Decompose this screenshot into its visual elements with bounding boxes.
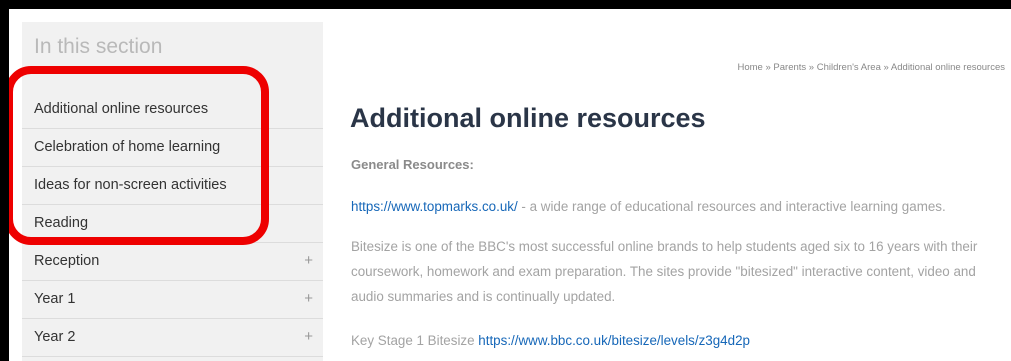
sidebar-item-celebration-of-home-learning[interactable]: Celebration of home learning [22,129,323,167]
ks1-bitesize-link[interactable]: https://www.bbc.co.uk/bitesize/levels/z3… [478,333,750,348]
page: In this section Additional online resour… [9,9,1011,361]
sidebar-item-label: Reading [34,215,89,231]
sidebar-item-reading[interactable]: Reading [22,205,323,243]
expand-plus-icon[interactable]: + [304,328,313,345]
sidebar-item-label: Celebration of home learning [34,139,221,155]
breadcrumb-parents-link[interactable]: Parents [773,62,806,73]
breadcrumb-home-link[interactable]: Home [737,62,762,73]
breadcrumb: Home » Parents » Children's Area » Addit… [737,62,1005,73]
sidebar-item-ideas-for-non-screen-activities[interactable]: Ideas for non-screen activities [22,167,323,205]
bitesize-paragraph: Bitesize is one of the BBC's most succes… [351,239,978,304]
general-resources-heading: General Resources: [351,157,474,172]
sidebar-item-additional-online-resources[interactable]: Additional online resources [22,91,323,129]
expand-plus-icon[interactable]: + [304,290,313,307]
page-title: Additional online resources [350,103,706,133]
sidebar: In this section Additional online resour… [22,22,323,361]
sidebar-item-year-1[interactable]: Year 1 + [22,281,323,319]
breadcrumb-separator: » [808,62,815,73]
topmarks-description: - a wide range of educational resources … [517,199,946,214]
sidebar-item-year-2[interactable]: Year 2 + [22,319,323,357]
sidebar-item-label: Ideas for non-screen activities [34,177,227,193]
breadcrumb-current: Additional online resources [890,62,1005,73]
breadcrumb-separator: » [883,62,889,73]
ks1-paragraph: Key Stage 1 Bitesize https://www.bbc.co.… [351,328,1001,353]
sidebar-item-reception[interactable]: Reception + [22,243,323,281]
sidebar-title: In this section [34,35,163,58]
breadcrumb-separator: » [765,62,771,73]
topmarks-link[interactable]: https://www.topmarks.co.uk/ [351,199,518,214]
breadcrumb-childrens-area-link[interactable]: Children's Area [817,62,881,73]
expand-plus-icon[interactable]: + [304,252,313,269]
ks1-label: Key Stage 1 Bitesize [351,333,479,348]
sidebar-item-label: Reception [34,253,100,269]
sidebar-nav: Additional online resources Celebration … [22,91,323,357]
sidebar-item-label: Year 2 [34,329,76,345]
sidebar-item-label: Year 1 [34,291,76,307]
sidebar-item-label: Additional online resources [34,101,209,117]
topmarks-paragraph: https://www.topmarks.co.uk/ - a wide ran… [351,194,1001,219]
